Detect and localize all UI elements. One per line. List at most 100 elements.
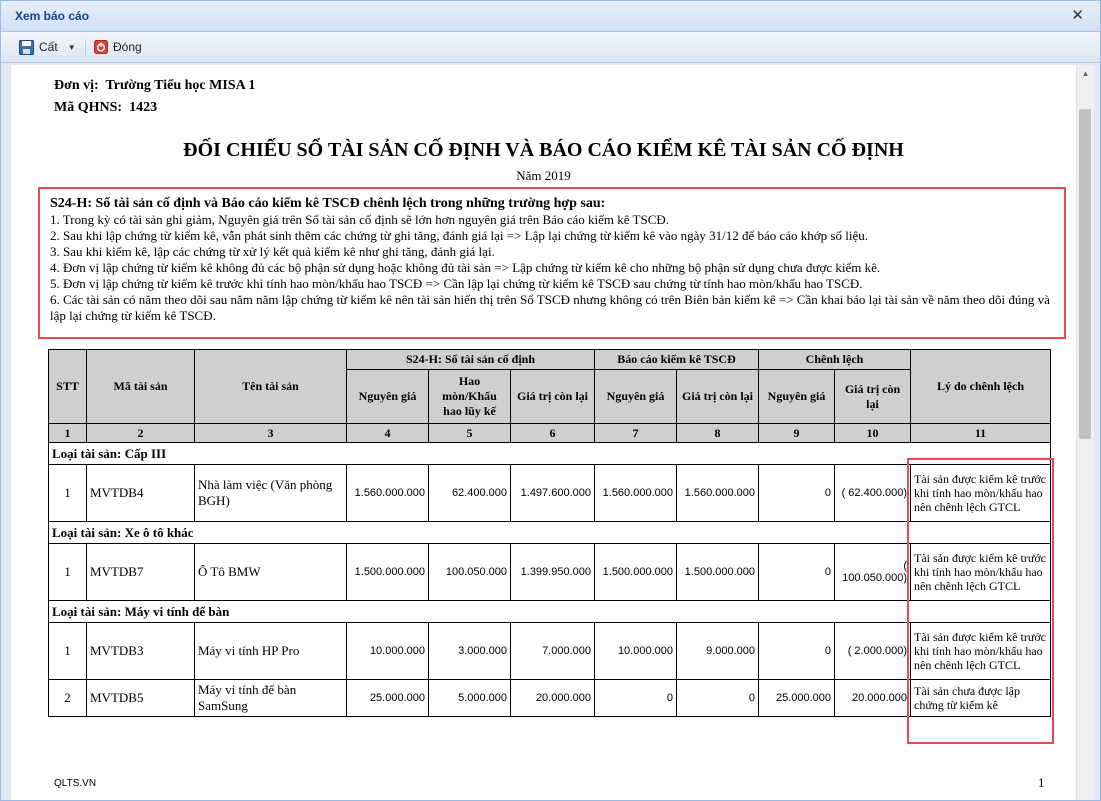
group-row: Loại tài sản: Máy vi tính để bàn: [47, 600, 1052, 623]
note-line: 1. Trong kỳ có tài sản ghi giảm, Nguyên …: [50, 212, 670, 227]
cell-diff-original-cost: 0: [758, 543, 836, 601]
cell-diff-residual-value: ( 2.000.000): [834, 622, 912, 680]
cell-depreciation: 3.000.000: [428, 622, 511, 680]
cell-original-cost: 1.500.000.000: [346, 543, 429, 601]
header-original-cost: Nguyên giá: [594, 369, 677, 424]
report-page: Đơn vị: Trường Tiểu học MISA 1 Mã QHNS: …: [11, 65, 1076, 800]
cell-asset-code: MVTDB5: [86, 679, 195, 717]
report-viewer-window: Xem báo cáo ✕ Cất ▼ Đóng Đơn vị: Trường …: [0, 0, 1101, 801]
cell-inv-original-cost: 0: [594, 679, 677, 717]
cell-inv-residual-value: 1.500.000.000: [675, 543, 760, 601]
column-number: 4: [346, 423, 429, 443]
cell-diff-original-cost: 0: [758, 464, 836, 522]
cell-diff-residual-value: 20.000.000: [834, 679, 912, 717]
report-viewer: Đơn vị: Trường Tiểu học MISA 1 Mã QHNS: …: [11, 65, 1076, 800]
column-number: 6: [510, 423, 595, 443]
table-row: 1 MVTDB3 Máy vi tính HP Pro 10.000.000 3…: [48, 622, 1052, 680]
cell-residual-value: 1.497.600.000: [510, 464, 595, 522]
header-stt: STT: [48, 349, 87, 424]
table-row: 1 MVTDB7 Ô Tô BMW 1.500.000.000 100.050.…: [48, 543, 1052, 601]
column-number: 7: [594, 423, 677, 443]
note-line: 2. Sau khi lập chứng từ kiểm kê, vẫn phá…: [50, 228, 868, 243]
cell-asset-name: Máy vi tính để bàn SamSung: [194, 679, 347, 717]
cell-original-cost: 10.000.000: [346, 622, 429, 680]
cell-asset-code: MVTDB4: [86, 464, 195, 522]
cell-original-cost: 1.560.000.000: [346, 464, 429, 522]
cell-inv-residual-value: 9.000.000: [675, 622, 760, 680]
header-inventory-report: Báo cáo kiểm kê TSCĐ: [593, 349, 760, 370]
header-fixed-asset-book: S24-H: Sổ tài sản cố định: [346, 349, 595, 370]
cell-asset-code: MVTDB7: [86, 543, 195, 601]
column-number: 10: [834, 423, 912, 443]
cell-stt: 1: [48, 622, 87, 680]
reason-highlight-box: [907, 458, 1054, 744]
power-icon: [94, 40, 108, 54]
group-label: Loại tài sản: Cấp III: [47, 442, 1052, 465]
cell-original-cost: 25.000.000: [346, 679, 429, 717]
group-label: Loại tài sản: Máy vi tính để bàn: [47, 600, 1052, 623]
close-button[interactable]: Đóng: [94, 38, 142, 56]
note-title: S24-H: Sổ tài sản cố định và Báo cáo kiể…: [50, 196, 606, 211]
window-title: Xem báo cáo: [15, 9, 90, 23]
note-line: 6. Các tài sản có năm theo dõi sau năm n…: [50, 292, 1050, 323]
save-label: Cất: [39, 40, 58, 54]
cell-inv-residual-value: 1.560.000.000: [675, 464, 760, 522]
group-label: Loại tài sản: Xe ô tô khác: [47, 521, 1052, 544]
header-difference: Chênh lệch: [758, 349, 912, 370]
cell-diff-original-cost: 25.000.000: [758, 679, 836, 717]
report-table: STT Mã tài sản Tên tài sản S24-H: Sổ tài…: [47, 349, 1052, 717]
column-number: 8: [675, 423, 760, 443]
unit-label: Đơn vị:: [54, 78, 99, 93]
title-bar: Xem báo cáo ✕: [1, 1, 1100, 32]
cell-asset-name: Nhà làm việc (Văn phòng BGH): [194, 464, 347, 522]
budget-code-value: 1423: [129, 100, 158, 115]
cell-inv-original-cost: 1.500.000.000: [594, 543, 677, 601]
note-line: 5. Đơn vị lập chứng từ kiểm kê trước khi…: [50, 276, 863, 291]
group-row: Loại tài sản: Xe ô tô khác: [47, 521, 1052, 544]
column-number: 11: [910, 423, 1052, 443]
report-year: Năm 2019: [516, 168, 571, 183]
chevron-down-icon[interactable]: ▼: [68, 43, 76, 52]
close-label: Đóng: [113, 40, 142, 54]
cell-diff-residual-value: ( 62.400.000): [834, 464, 912, 522]
header-reason: Lý do chênh lệch: [910, 349, 1052, 424]
unit-line: Đơn vị: Trường Tiểu học MISA 1: [54, 78, 255, 94]
column-number: 2: [86, 423, 195, 443]
header-residual-value: Giá trị còn lại: [510, 369, 595, 424]
cell-stt: 2: [48, 679, 87, 717]
cell-depreciation: 62.400.000: [428, 464, 511, 522]
cell-depreciation: 5.000.000: [428, 679, 511, 717]
cell-stt: 1: [48, 464, 87, 522]
scrollbar-thumb[interactable]: [1079, 109, 1091, 439]
footer-source: QLTS.VN: [54, 778, 97, 789]
column-number: 5: [428, 423, 511, 443]
report-title: ĐỐI CHIẾU SỔ TÀI SẢN CỐ ĐỊNH VÀ BÁO CÁO …: [183, 139, 904, 161]
cell-inv-original-cost: 10.000.000: [594, 622, 677, 680]
cell-inv-original-cost: 1.560.000.000: [594, 464, 677, 522]
cell-asset-code: MVTDB3: [86, 622, 195, 680]
save-button[interactable]: Cất ▼: [19, 38, 76, 56]
cell-diff-original-cost: 0: [758, 622, 836, 680]
cell-inv-residual-value: 0: [675, 679, 760, 717]
cell-stt: 1: [48, 543, 87, 601]
note-line: 3. Sau khi kiểm kê, lập các chứng từ xử …: [50, 244, 495, 259]
budget-code-line: Mã QHNS: 1423: [54, 100, 157, 116]
cell-residual-value: 1.399.950.000: [510, 543, 595, 601]
note-line: 4. Đơn vị lập chứng từ kiểm kê không đủ …: [50, 260, 881, 275]
floppy-disk-icon: [19, 39, 34, 55]
close-icon[interactable]: ✕: [1071, 6, 1084, 24]
page-number: 1: [1038, 775, 1045, 790]
cell-residual-value: 7.000.000: [510, 622, 595, 680]
header-asset-code: Mã tài sản: [86, 349, 195, 424]
vertical-scrollbar[interactable]: ▲: [1076, 65, 1094, 800]
header-depreciation: Hao mòn/Khấu hao lũy kế: [428, 369, 511, 424]
scroll-up-arrow-icon[interactable]: ▲: [1077, 65, 1094, 82]
header-residual-value: Giá trị còn lại: [834, 369, 912, 424]
header-residual-value: Giá trị còn lại: [675, 369, 760, 424]
toolbar-separator: [85, 39, 86, 55]
column-number: 1: [48, 423, 87, 443]
group-row: Loại tài sản: Cấp III: [47, 442, 1052, 465]
toolbar: Cất ▼ Đóng: [1, 32, 1100, 63]
table-row: 2 MVTDB5 Máy vi tính để bàn SamSung 25.0…: [48, 679, 1052, 717]
cell-asset-name: Ô Tô BMW: [194, 543, 347, 601]
